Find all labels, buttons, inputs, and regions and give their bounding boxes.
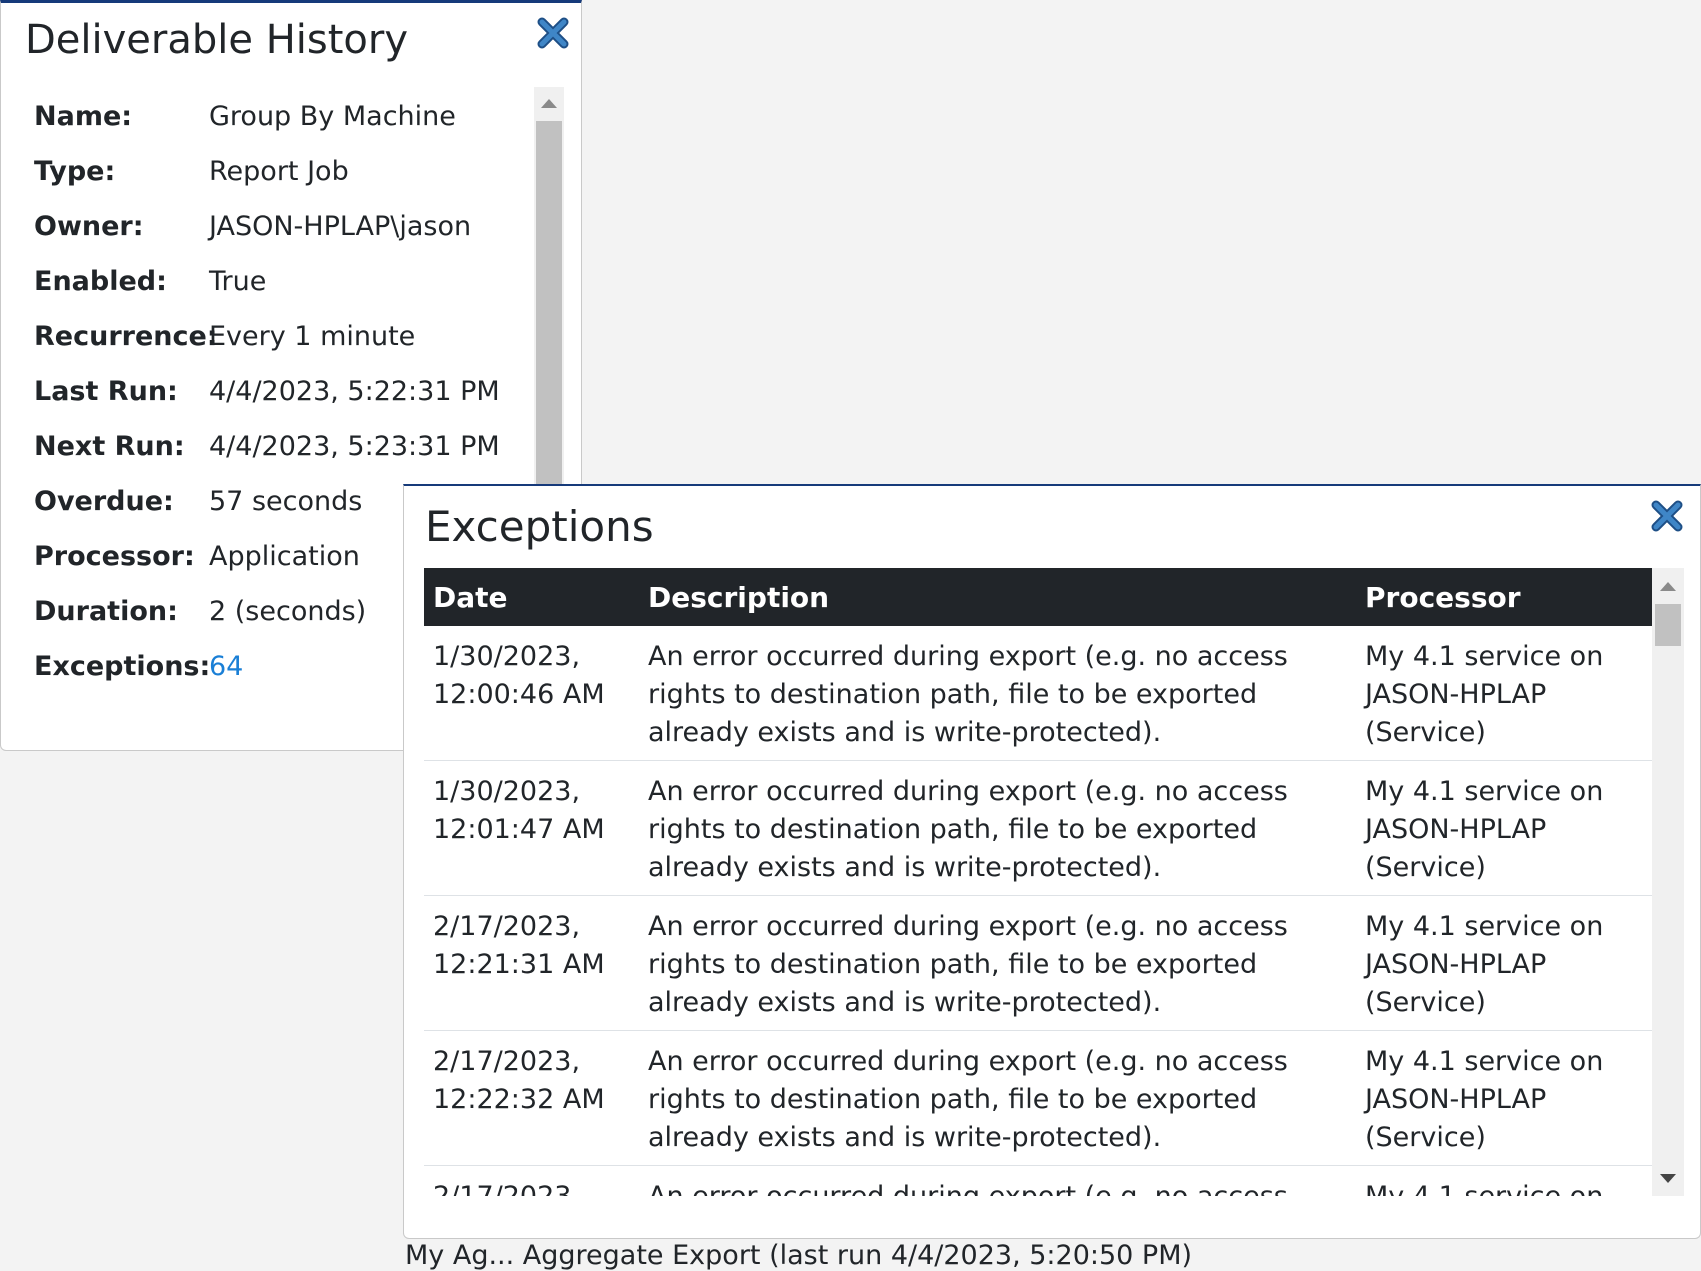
exceptions-panel: Exceptions Date Description Processor 1/… <box>403 484 1701 1239</box>
field-label: Duration: <box>34 595 178 627</box>
field-next-run-row: Next Run: 4/4/2023, 5:23:31 PM <box>34 421 500 471</box>
field-label: Exceptions: <box>34 650 211 682</box>
field-value: 57 seconds <box>209 485 363 517</box>
column-header-processor[interactable]: Processor <box>1356 568 1652 626</box>
column-header-description[interactable]: Description <box>639 568 1356 626</box>
deliverable-history-scrollbar[interactable] <box>534 87 564 517</box>
scrollbar-thumb[interactable] <box>1655 604 1681 646</box>
field-value: 4/4/2023, 5:23:31 PM <box>209 430 500 462</box>
cell-description: An error occurred during export (e.g. no… <box>639 1030 1356 1166</box>
cell-processor: My 4.1 service on <box>1356 1165 1652 1196</box>
table-row: 1/30/2023, 12:01:47 AM An error occurred… <box>424 760 1652 896</box>
column-header-date[interactable]: Date <box>424 568 639 626</box>
cell-processor: My 4.1 service on JASON-HPLAP (Service) <box>1356 760 1652 896</box>
scroll-up-arrow-icon[interactable] <box>541 99 557 108</box>
exceptions-table-container: Date Description Processor 1/30/2023, 12… <box>424 568 1652 1196</box>
field-duration-row: Duration: 2 (seconds) <box>34 586 366 636</box>
scroll-up-arrow-icon[interactable] <box>1660 582 1676 591</box>
field-label: Processor: <box>34 540 195 572</box>
field-overdue-row: Overdue: 57 seconds <box>34 476 362 526</box>
deliverable-history-close-button[interactable] <box>535 15 571 51</box>
exceptions-title: Exceptions <box>425 502 654 551</box>
cell-description: An error occurred during export (e.g. no… <box>639 895 1356 1031</box>
field-label: Next Run: <box>34 430 185 462</box>
field-value: Every 1 minute <box>209 320 416 352</box>
scrollbar-thumb[interactable] <box>536 121 562 517</box>
table-row: 2/17/2023, 12:22:32 AM An error occurred… <box>424 1030 1652 1166</box>
field-value: True <box>209 265 267 297</box>
field-last-run-row: Last Run: 4/4/2023, 5:22:31 PM <box>34 366 500 416</box>
cell-description: An error occurred during export (e.g. no… <box>639 1165 1356 1196</box>
field-owner-row: Owner: JASON-HPLAP\jason <box>34 201 471 251</box>
exceptions-scrollbar[interactable] <box>1652 568 1684 1196</box>
field-type-row: Type: Report Job <box>34 146 349 196</box>
close-icon <box>537 17 569 49</box>
background-list-item: My Ag... Aggregate Export (last run 4/4/… <box>405 1240 1193 1271</box>
table-row: 2/17/2023, 12:21:31 AM An error occurred… <box>424 895 1652 1031</box>
field-value: JASON-HPLAP\jason <box>209 210 472 242</box>
field-enabled-row: Enabled: True <box>34 256 266 306</box>
field-label: Overdue: <box>34 485 174 517</box>
field-recurrence-row: Recurrence: Every 1 minute <box>34 311 415 361</box>
deliverable-history-title: Deliverable History <box>25 17 409 63</box>
field-label: Owner: <box>34 210 144 242</box>
table-header-row: Date Description Processor <box>424 568 1652 626</box>
field-label: Last Run: <box>34 375 178 407</box>
cell-processor: My 4.1 service on JASON-HPLAP (Service) <box>1356 1030 1652 1166</box>
table-row: 1/30/2023, 12:00:46 AM An error occurred… <box>424 626 1652 761</box>
exceptions-close-button[interactable] <box>1649 498 1685 534</box>
scroll-down-arrow-icon[interactable] <box>1660 1174 1676 1183</box>
cell-date: 2/17/2023, 12:21:31 AM <box>424 895 639 1031</box>
close-icon <box>1651 500 1683 532</box>
field-value: Group By Machine <box>209 100 456 132</box>
field-value: 2 (seconds) <box>209 595 367 627</box>
field-value: 4/4/2023, 5:22:31 PM <box>209 375 500 407</box>
field-label: Enabled: <box>34 265 167 297</box>
field-processor-row: Processor: Application <box>34 531 360 581</box>
field-label: Name: <box>34 100 133 132</box>
cell-date: 1/30/2023, 12:01:47 AM <box>424 760 639 896</box>
cell-description: An error occurred during export (e.g. no… <box>639 760 1356 896</box>
cell-date: 2/17/2023, <box>424 1165 639 1196</box>
cell-processor: My 4.1 service on JASON-HPLAP (Service) <box>1356 895 1652 1031</box>
field-label: Recurrence: <box>34 320 218 352</box>
field-exceptions-row: Exceptions: 64 <box>34 641 243 691</box>
field-label: Type: <box>34 155 116 187</box>
table-row: 2/17/2023, An error occurred during expo… <box>424 1165 1652 1196</box>
exceptions-count-link[interactable]: 64 <box>209 651 243 682</box>
field-value: Report Job <box>209 155 349 187</box>
cell-description: An error occurred during export (e.g. no… <box>639 626 1356 761</box>
cell-date: 2/17/2023, 12:22:32 AM <box>424 1030 639 1166</box>
field-name-row: Name: Group By Machine <box>34 91 456 141</box>
cell-processor: My 4.1 service on JASON-HPLAP (Service) <box>1356 626 1652 761</box>
exceptions-table: Date Description Processor 1/30/2023, 12… <box>424 568 1652 1196</box>
field-value: Application <box>209 540 360 572</box>
cell-date: 1/30/2023, 12:00:46 AM <box>424 626 639 761</box>
